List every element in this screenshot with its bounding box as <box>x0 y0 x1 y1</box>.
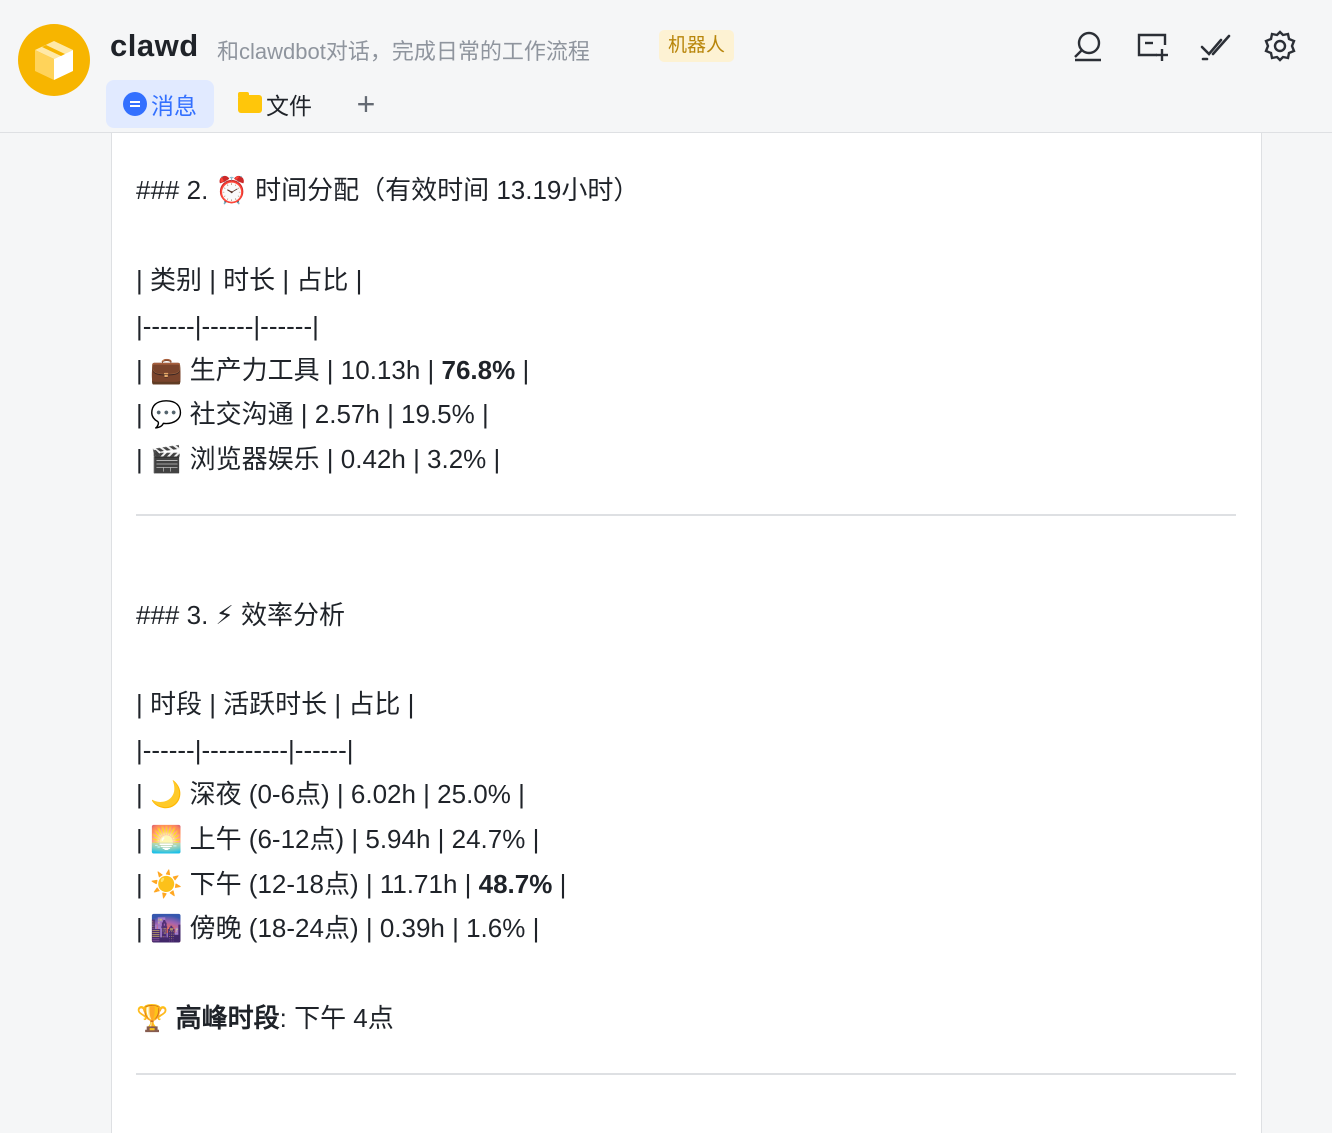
new-window-button[interactable] <box>1134 28 1170 64</box>
divider <box>136 1073 1236 1075</box>
table-2-row: | 🌅 上午 (6-12点) | 5.94h | 24.7% | <box>136 824 540 854</box>
peak-value: : 下午 4点 <box>279 1003 394 1033</box>
table-1-separator: |------|------|------| <box>136 311 319 341</box>
table-2-row: | 🌙 深夜 (0-6点) | 6.02h | 25.0% | <box>136 779 525 809</box>
done-button[interactable] <box>1198 28 1234 64</box>
table-1-row-highlight: 76.8% <box>441 355 516 385</box>
tab-messages[interactable]: 消息 <box>106 80 214 128</box>
section-2-heading: ### 2. ⏰ 时间分配（有效时间 13.19小时） <box>136 175 640 205</box>
trophy-icon: 🏆 <box>136 1003 169 1033</box>
bot-badge: 机器人 <box>659 30 735 62</box>
table-1-row-text: | 💼 生产力工具 | 10.13h | <box>136 355 442 385</box>
chat-title: clawd <box>110 28 199 63</box>
chat-description: 和clawdbot对话，完成日常的工作流程 <box>217 39 590 64</box>
message-icon <box>123 92 147 116</box>
tab-files[interactable]: 文件 <box>238 80 312 128</box>
table-1-row-end: | <box>515 355 530 385</box>
avatar[interactable] <box>18 24 90 96</box>
table-1-row: | 🎬 浏览器娱乐 | 0.42h | 3.2% | <box>136 444 501 474</box>
tab-files-label: 文件 <box>266 93 312 119</box>
table-2-separator: |------|----------|------| <box>136 735 354 765</box>
new-window-icon <box>1137 33 1168 61</box>
table-1-row: | 💬 社交沟通 | 2.57h | 19.5% | <box>136 399 489 429</box>
peak-period: 🏆 高峰时段: 下午 4点 <box>136 1001 394 1035</box>
add-tab-button[interactable]: + <box>352 84 380 124</box>
table-2-row: | 🌆 傍晚 (18-24点) | 0.39h | 1.6% | <box>136 913 540 943</box>
folder-icon <box>238 92 262 113</box>
table-2-row: | ☀️ 下午 (12-18点) | 11.71h | 48.7% | <box>136 867 566 901</box>
table-1-header: | 类别 | 时长 | 占比 | <box>136 265 363 295</box>
tab-messages-label: 消息 <box>151 93 197 119</box>
table-2-row-end: | <box>552 869 567 899</box>
search-icon <box>1074 31 1101 62</box>
divider <box>136 514 1236 516</box>
table-1-row: | 💼 生产力工具 | 10.13h | 76.8% | <box>136 353 529 387</box>
table-2-header: | 时段 | 活跃时长 | 占比 | <box>136 689 415 719</box>
double-check-icon <box>1200 34 1231 61</box>
settings-button[interactable] <box>1262 28 1298 64</box>
chat-header: clawd 和clawdbot对话，完成日常的工作流程 机器人 消息 文件 + <box>0 0 1332 133</box>
search-button[interactable] <box>1070 28 1106 64</box>
peak-label: 高峰时段 <box>175 1003 280 1033</box>
table-2-row-highlight: 48.7% <box>478 869 553 899</box>
section-3-heading: ### 3. ⚡ 效率分析 <box>136 600 345 630</box>
gear-icon <box>1264 30 1296 62</box>
box-icon <box>35 41 73 80</box>
table-2-row-text: | ☀️ 下午 (12-18点) | 11.71h | <box>136 869 479 899</box>
